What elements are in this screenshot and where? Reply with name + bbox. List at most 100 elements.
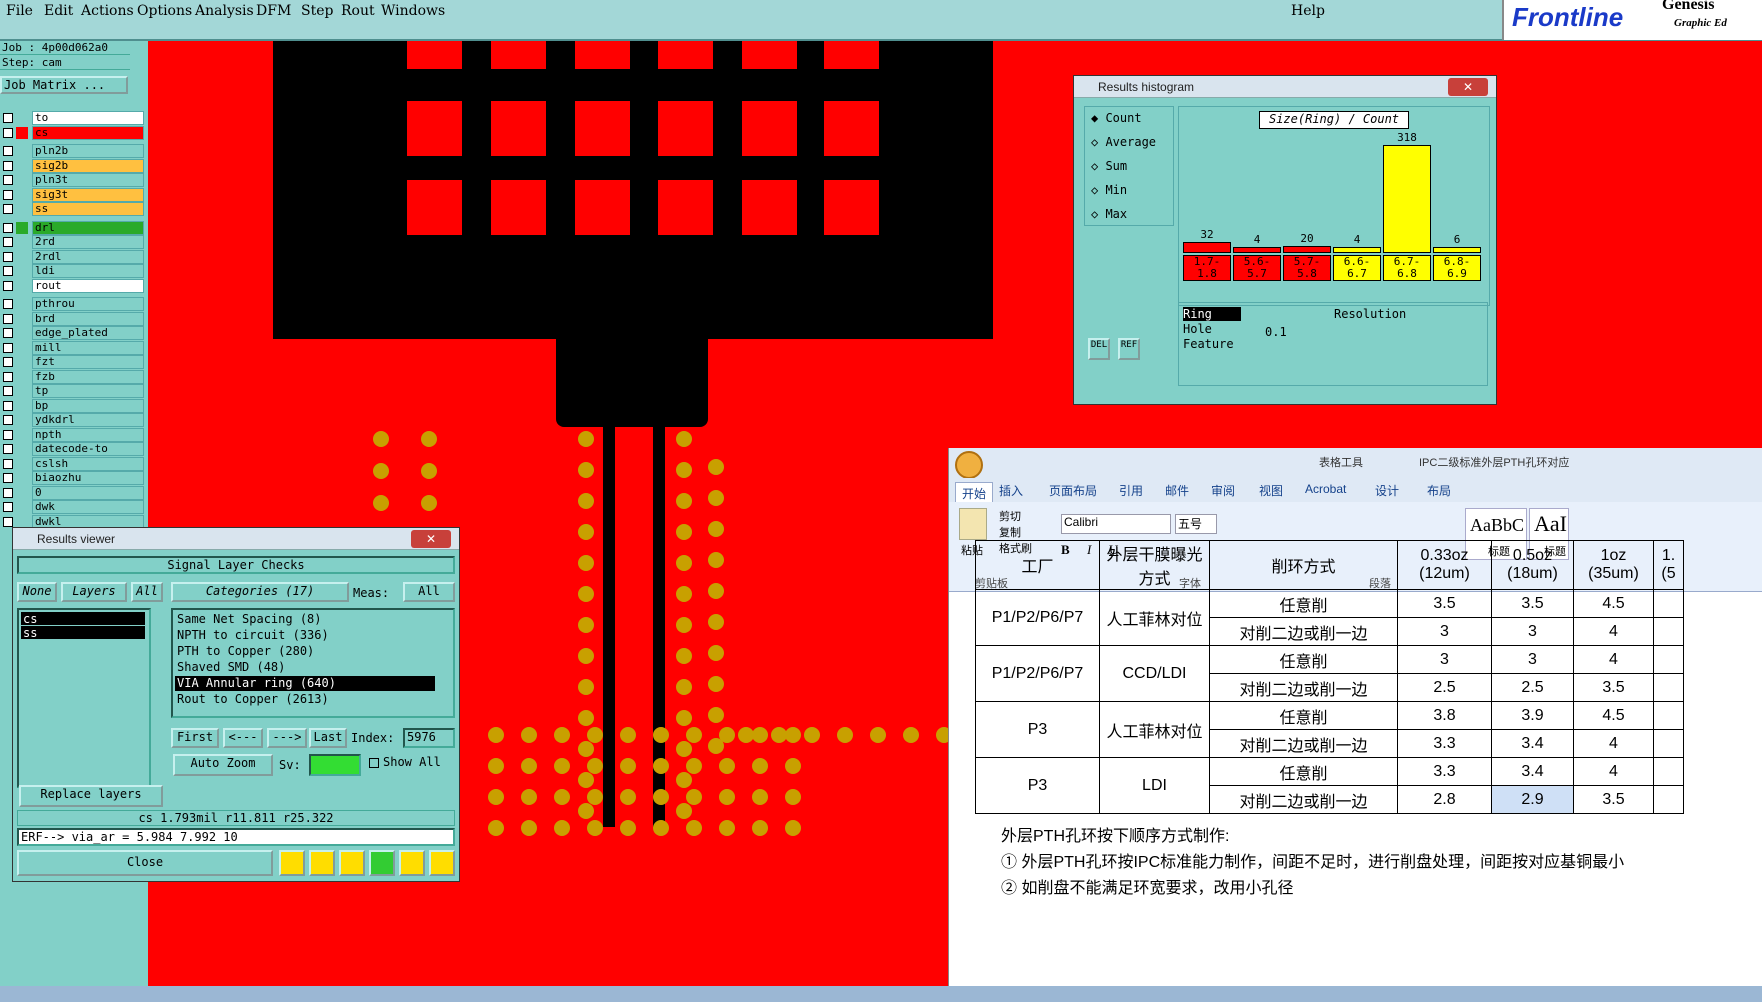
ribbon-tab-4[interactable]: 邮件 [1165, 482, 1189, 499]
layer-checkbox[interactable] [3, 222, 13, 233]
layer-checkbox[interactable] [3, 429, 13, 440]
result-layer-item[interactable]: ss [21, 626, 145, 640]
layer-name[interactable]: pln2b [32, 144, 144, 158]
layer-row-mill[interactable]: mill [0, 340, 148, 355]
first-button[interactable]: First [171, 728, 219, 748]
layer-checkbox[interactable] [3, 146, 13, 156]
layer-row-pln3t[interactable]: pln3t [0, 173, 148, 187]
layer-name[interactable]: drl [32, 220, 144, 235]
toolbar-icon-1[interactable] [279, 850, 305, 876]
layer-row-npth[interactable]: npth [0, 427, 148, 442]
layer-checkbox[interactable] [3, 415, 13, 425]
close-icon[interactable]: ✕ [411, 530, 451, 548]
layer-row-to[interactable]: to [0, 111, 148, 125]
layer-name[interactable]: fzb [32, 369, 144, 384]
type-ring[interactable]: Ring [1183, 307, 1241, 321]
layer-checkbox[interactable] [3, 280, 13, 291]
layer-name[interactable]: ydkdrl [32, 413, 144, 427]
layer-row-dwk[interactable]: dwk [0, 500, 148, 514]
layer-name[interactable]: tp [32, 384, 144, 398]
result-layer-item[interactable]: cs [21, 612, 145, 626]
histogram-bin-label[interactable]: 6.8-6.9 [1433, 255, 1481, 281]
menu-edit[interactable]: Edit [44, 3, 73, 19]
layer-checkbox[interactable] [3, 237, 13, 247]
menu-help[interactable]: Help [1291, 3, 1325, 19]
layer-row-fzb[interactable]: fzb [0, 369, 148, 384]
show-all-checkbox[interactable] [369, 758, 379, 768]
layer-row-sig2b[interactable]: sig2b [0, 158, 148, 173]
type-feature[interactable]: Feature [1183, 337, 1241, 351]
toolbar-icon-4[interactable] [369, 850, 395, 876]
histogram-bin-label[interactable]: 6.7-6.8 [1383, 255, 1431, 281]
ribbon-tab-6[interactable]: 视图 [1259, 482, 1283, 499]
layer-row-brd[interactable]: brd [0, 311, 148, 326]
close-button[interactable]: Close [17, 850, 273, 876]
layer-row-edge_plated[interactable]: edge_plated [0, 326, 148, 340]
ribbon-tab-5[interactable]: 审阅 [1211, 482, 1235, 499]
layer-row-pln2b[interactable]: pln2b [0, 144, 148, 158]
layer-row-ydkdrl[interactable]: ydkdrl [0, 413, 148, 427]
prev-button[interactable]: <--- [223, 728, 263, 748]
layer-checkbox[interactable] [3, 458, 13, 469]
last-button[interactable]: Last [309, 728, 347, 748]
toolbar-icon-6[interactable] [429, 850, 455, 876]
category-item[interactable]: PTH to Copper (280) [175, 644, 435, 659]
ribbon-tab-1[interactable]: 插入 [999, 482, 1023, 499]
index-field[interactable]: 5976 [403, 728, 455, 748]
layer-checkbox[interactable] [3, 444, 13, 454]
layer-checkbox[interactable] [3, 400, 13, 411]
next-button[interactable]: ---> [267, 728, 307, 748]
ribbon-tab-8[interactable]: 设计 [1375, 482, 1399, 499]
layer-name[interactable]: biaozhu [32, 471, 144, 485]
sv-select[interactable] [309, 754, 361, 776]
job-matrix-button[interactable]: Job Matrix ... [0, 76, 128, 94]
layer-name[interactable]: bp [32, 398, 144, 413]
layer-name[interactable]: dwk [32, 500, 144, 514]
categories-button[interactable]: Categories (17) [171, 582, 349, 602]
menu-analysis[interactable]: Analysis [195, 3, 254, 19]
layer-row-tp[interactable]: tp [0, 384, 148, 398]
layer-name[interactable]: 2rdl [32, 249, 144, 264]
none-button[interactable]: None [17, 582, 57, 602]
layer-row-rout[interactable]: rout [0, 278, 148, 293]
font-name-select[interactable]: Calibri [1061, 514, 1171, 534]
histogram-del-button[interactable]: DEL [1088, 338, 1110, 360]
layer-row-cslsh[interactable]: cslsh [0, 456, 148, 471]
layer-checkbox[interactable] [3, 502, 13, 512]
type-hole[interactable]: Hole [1183, 322, 1241, 336]
layer-row-ldi[interactable]: ldi [0, 264, 148, 278]
layer-row-0[interactable]: 0 [0, 485, 148, 500]
histogram-ref-button[interactable]: REF [1118, 338, 1140, 360]
layers-button[interactable]: Layers [61, 582, 127, 602]
layer-checkbox[interactable] [3, 113, 13, 123]
layer-row-fzt[interactable]: fzt [0, 355, 148, 369]
copy-button[interactable]: 复制 [999, 524, 1021, 540]
histogram-bin-label[interactable]: 5.7-5.8 [1283, 255, 1331, 281]
layer-name[interactable]: mill [32, 340, 144, 355]
histogram-bin-label[interactable]: 6.6-6.7 [1333, 255, 1381, 281]
menu-dfm[interactable]: DFM [256, 3, 291, 19]
paste-icon[interactable] [959, 508, 987, 540]
layer-name[interactable]: cslsh [32, 456, 144, 471]
office-button[interactable] [955, 451, 983, 479]
category-item[interactable]: Shaved SMD (48) [175, 660, 435, 675]
layer-checkbox[interactable] [3, 473, 13, 483]
layer-name[interactable]: to [32, 111, 144, 125]
layer-checkbox[interactable] [3, 204, 13, 214]
layer-name[interactable]: brd [32, 311, 144, 326]
layer-name[interactable]: pthrou [32, 297, 144, 311]
layer-row-ss[interactable]: ss [0, 202, 148, 216]
meas-select[interactable]: All [403, 582, 455, 602]
toolbar-icon-2[interactable] [309, 850, 335, 876]
histogram-bin-label[interactable]: 1.7-1.8 [1183, 255, 1231, 281]
ribbon-tab-7[interactable]: Acrobat [1305, 482, 1346, 496]
layer-name[interactable]: pln3t [32, 173, 144, 187]
layer-row-bp[interactable]: bp [0, 398, 148, 413]
layer-name[interactable]: cs [32, 125, 144, 140]
layer-checkbox[interactable] [3, 266, 13, 276]
layer-name[interactable]: datecode-to [32, 442, 144, 456]
layer-checkbox[interactable] [3, 299, 13, 309]
category-item[interactable]: Rout to Copper (2613) [175, 692, 435, 707]
layer-name[interactable]: sig3t [32, 187, 144, 202]
layer-name[interactable]: fzt [32, 355, 144, 369]
